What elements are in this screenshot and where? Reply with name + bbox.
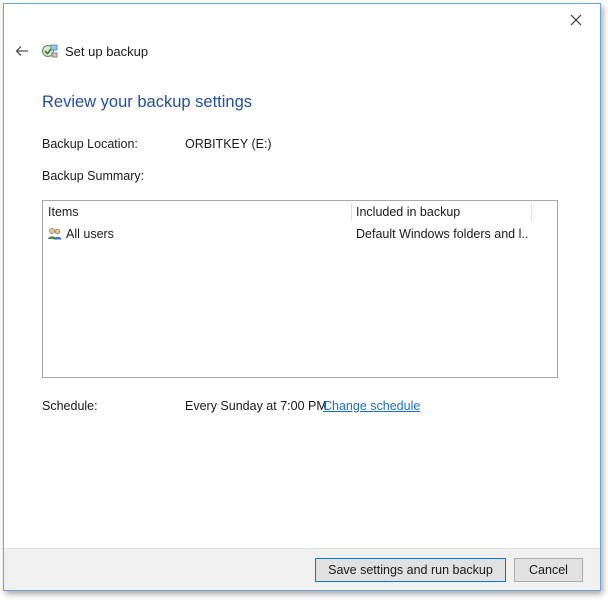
- row-item-label: All users: [66, 227, 114, 241]
- row-included-cell: Default Windows folders and l...: [356, 227, 528, 241]
- cancel-button[interactable]: Cancel: [514, 558, 583, 582]
- window-title-bar: Set up backup: [41, 40, 148, 62]
- footer-bar: Save settings and run backup Cancel: [4, 548, 600, 590]
- save-and-run-button[interactable]: Save settings and run backup: [315, 558, 506, 582]
- change-schedule-link[interactable]: Change schedule: [323, 399, 420, 413]
- backup-location-value: ORBITKEY (E:): [185, 137, 272, 151]
- back-arrow-icon: [15, 46, 28, 56]
- close-button[interactable]: [566, 10, 586, 30]
- close-icon: [570, 14, 582, 26]
- backup-summary-list[interactable]: Items Included in backup All users Defau…: [42, 200, 558, 378]
- schedule-label: Schedule:: [42, 399, 98, 413]
- schedule-value: Every Sunday at 7:00 PM: [185, 399, 327, 413]
- table-row[interactable]: All users Default Windows folders and l.…: [43, 224, 557, 244]
- backup-icon: [42, 44, 58, 58]
- users-icon: [48, 228, 62, 240]
- backup-location-label: Backup Location:: [42, 137, 138, 151]
- column-header-items[interactable]: Items: [48, 201, 348, 223]
- window-title: Set up backup: [65, 43, 149, 59]
- column-header-included[interactable]: Included in backup: [356, 201, 528, 223]
- page-heading: Review your backup settings: [42, 93, 253, 111]
- setup-backup-window: Set up backup Review your backup setting…: [3, 3, 601, 591]
- column-divider: [351, 203, 352, 221]
- backup-summary-label: Backup Summary:: [42, 169, 145, 183]
- row-item-cell: All users: [47, 224, 347, 244]
- column-divider: [531, 203, 532, 221]
- back-button[interactable]: [12, 42, 32, 60]
